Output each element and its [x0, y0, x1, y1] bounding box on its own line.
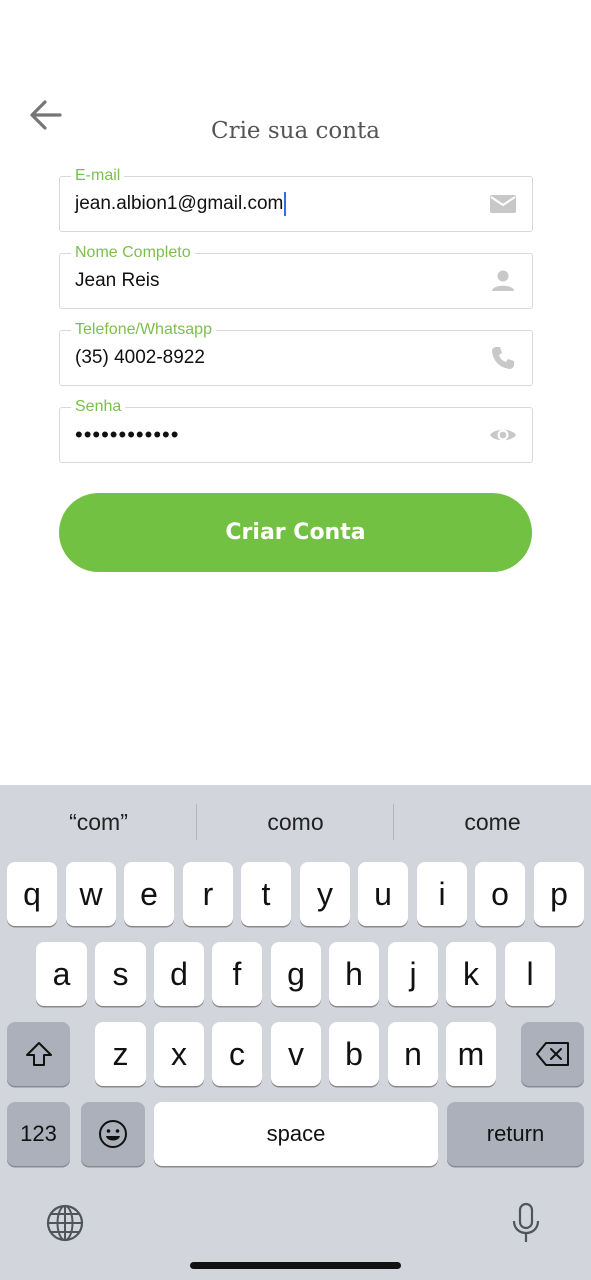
key-r[interactable]: r — [183, 862, 233, 926]
key-t[interactable]: t — [241, 862, 291, 926]
key-j[interactable]: j — [388, 942, 438, 1006]
shift-key[interactable] — [7, 1022, 70, 1086]
space-key[interactable]: space — [154, 1102, 438, 1166]
key-v[interactable]: v — [271, 1022, 321, 1086]
keyboard: “com” como come q w e r t y u i o p a s … — [0, 785, 591, 1280]
key-p[interactable]: p — [534, 862, 584, 926]
key-o[interactable]: o — [475, 862, 525, 926]
home-indicator[interactable] — [190, 1262, 401, 1269]
email-value: jean.albion1@gmail.com — [75, 193, 284, 214]
phone-field[interactable]: Telefone/Whatsapp (35) 4002-8922 — [59, 320, 533, 386]
key-d[interactable]: d — [154, 942, 204, 1006]
key-k[interactable]: k — [446, 942, 496, 1006]
phone-value: (35) 4002-8922 — [75, 347, 205, 368]
key-b[interactable]: b — [329, 1022, 379, 1086]
shift-icon — [25, 1042, 52, 1066]
phone-icon — [492, 347, 514, 369]
key-h[interactable]: h — [329, 942, 379, 1006]
backspace-icon — [535, 1042, 569, 1066]
password-field[interactable]: Senha •••••••••••• — [59, 397, 533, 463]
key-a[interactable]: a — [36, 942, 87, 1006]
suggestion-bar: “com” como come — [0, 785, 591, 860]
password-value: •••••••••••• — [75, 422, 180, 447]
page-title: Crie sua conta — [210, 118, 380, 144]
mail-icon — [490, 195, 516, 213]
key-n[interactable]: n — [388, 1022, 438, 1086]
key-w[interactable]: w — [66, 862, 116, 926]
microphone-icon[interactable] — [504, 1201, 548, 1245]
key-i[interactable]: i — [417, 862, 467, 926]
key-s[interactable]: s — [95, 942, 146, 1006]
email-field[interactable]: E-mail jean.albion1@gmail.com — [59, 166, 533, 232]
emoji-key[interactable] — [81, 1102, 145, 1166]
full-name-field[interactable]: Nome Completo Jean Reis — [59, 243, 533, 309]
key-g[interactable]: g — [271, 942, 321, 1006]
suggestion-item[interactable]: come — [394, 785, 591, 860]
suggestion-item[interactable]: como — [197, 785, 394, 860]
eye-icon[interactable] — [488, 420, 518, 450]
key-m[interactable]: m — [446, 1022, 496, 1086]
phone-input[interactable]: (35) 4002-8922 — [75, 331, 475, 384]
key-u[interactable]: u — [358, 862, 408, 926]
globe-icon[interactable] — [43, 1201, 87, 1245]
key-f[interactable]: f — [212, 942, 262, 1006]
delete-key[interactable] — [521, 1022, 584, 1086]
numbers-key[interactable]: 123 — [7, 1102, 70, 1166]
password-input[interactable]: •••••••••••• — [75, 408, 475, 461]
email-input[interactable]: jean.albion1@gmail.com — [75, 177, 475, 230]
create-account-button[interactable]: Criar Conta — [59, 493, 532, 572]
emoji-icon — [99, 1120, 127, 1148]
key-z[interactable]: z — [95, 1022, 146, 1086]
key-l[interactable]: l — [505, 942, 555, 1006]
text-caret — [284, 191, 287, 216]
key-e[interactable]: e — [124, 862, 174, 926]
key-q[interactable]: q — [7, 862, 57, 926]
person-icon — [492, 270, 514, 291]
return-key[interactable]: return — [447, 1102, 584, 1166]
key-c[interactable]: c — [212, 1022, 262, 1086]
suggestion-item[interactable]: “com” — [0, 785, 197, 860]
key-y[interactable]: y — [300, 862, 350, 926]
key-x[interactable]: x — [154, 1022, 204, 1086]
full-name-value: Jean Reis — [75, 270, 160, 291]
full-name-input[interactable]: Jean Reis — [75, 254, 475, 307]
